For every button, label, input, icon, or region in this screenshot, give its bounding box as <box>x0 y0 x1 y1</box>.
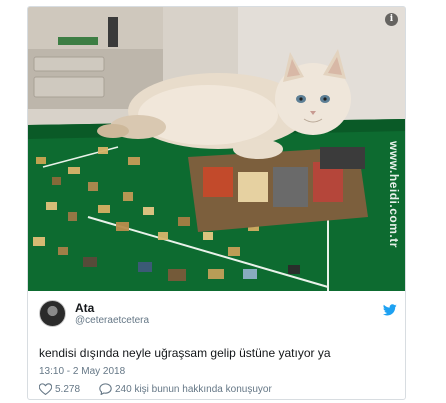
mat-brand-text: www.heidi.com.tr <box>387 141 401 248</box>
like-action[interactable]: 5.278 <box>39 383 80 395</box>
tweet-card[interactable]: i www.heidi.com.tr Ata @ceteraetcetera k… <box>27 6 406 400</box>
author-handle[interactable]: @ceteraetcetera <box>75 315 149 326</box>
heart-icon <box>39 383 52 395</box>
info-icon[interactable]: i <box>385 13 398 26</box>
tweet-timestamp[interactable]: 13:10 - 2 May 2018 <box>39 366 125 377</box>
tweet-actions: 5.278 240 kişi bunun hakkında konuşuyor <box>39 383 397 399</box>
replies-action[interactable]: 240 kişi bunun hakkında konuşuyor <box>99 383 272 395</box>
replies-text: 240 kişi bunun hakkında konuşuyor <box>115 383 272 395</box>
speech-bubble-icon <box>99 383 112 395</box>
author-name[interactable]: Ata <box>75 301 94 315</box>
tweet-header: Ata @ceteraetcetera <box>39 300 397 334</box>
tweet-photo[interactable]: i www.heidi.com.tr <box>28 7 405 291</box>
twitter-bird-icon[interactable] <box>383 304 397 316</box>
tweet-text: kendisi dışında neyle uğraşsam gelip üst… <box>39 346 331 360</box>
like-count: 5.278 <box>55 383 81 395</box>
avatar[interactable] <box>39 300 66 327</box>
cat-on-puzzle-image <box>28 7 405 291</box>
